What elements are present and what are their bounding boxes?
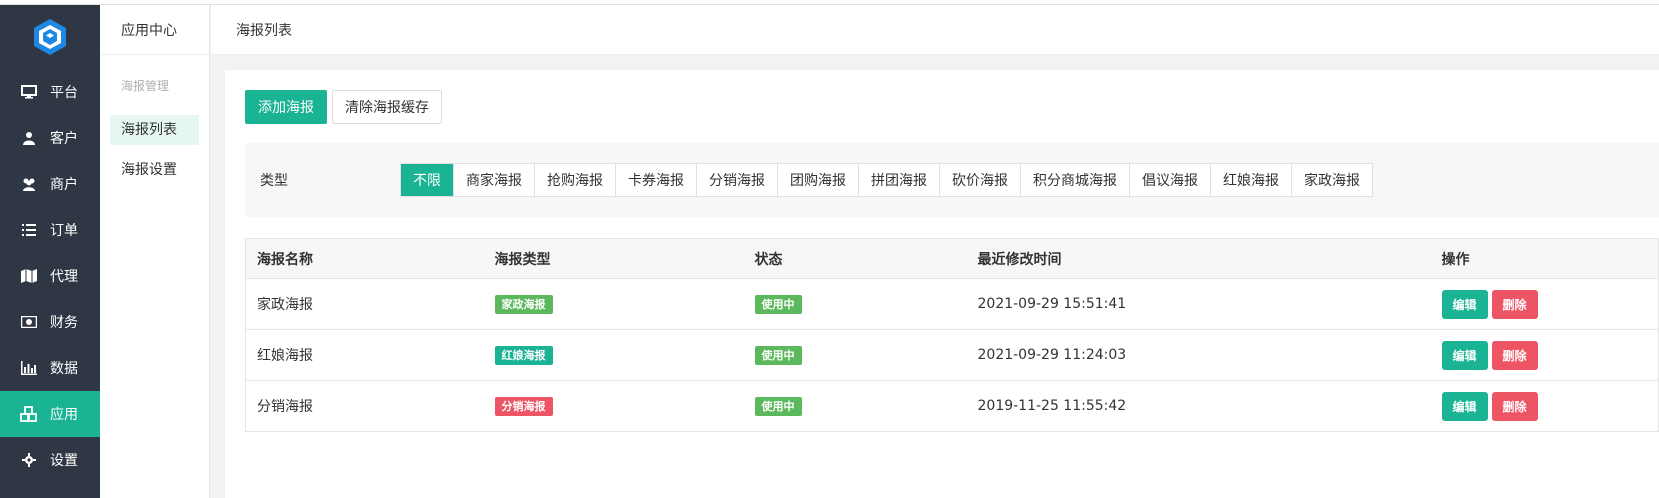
nav-item-label: 数据	[50, 361, 78, 377]
table-row: 分销海报 分销海报 使用中 2019-11-25 11:55:42 编辑 删除	[245, 380, 1659, 432]
action-bar: 添加海报 清除海报缓存	[245, 90, 442, 124]
filter-option[interactable]: 砍价海报	[940, 164, 1021, 196]
map-icon	[20, 267, 38, 285]
modified-time: 2021-09-29 15:51:41	[966, 278, 1431, 330]
nav-item-money[interactable]: 财务	[0, 299, 100, 345]
nav-item-user[interactable]: 客户	[0, 115, 100, 161]
type-filter: 类型 不限 商家海报 抢购海报 卡券海报 分销海报 团购海报 拼团海报 砍价海报 积分商城海报倡…	[245, 143, 1659, 217]
bar-chart-icon	[20, 359, 38, 377]
logo-icon	[34, 19, 66, 55]
money-icon	[20, 313, 38, 331]
modified-time: 2019-11-25 11:55:42	[966, 380, 1431, 432]
edit-button[interactable]: 编辑	[1441, 289, 1488, 319]
filter-option[interactable]: 家政海报	[1292, 164, 1372, 196]
table-row: 红娘海报 红娘海报 使用中 2021-09-29 11:24:03 编辑 删除	[245, 329, 1659, 381]
table-row: 家政海报 家政海报 使用中 2021-09-29 15:51:41 编辑 删除	[245, 278, 1659, 330]
status-badge: 使用中	[754, 294, 802, 314]
nav-item-map[interactable]: 代理	[0, 253, 100, 299]
user-icon	[20, 129, 38, 147]
status-cell: 使用中	[743, 278, 967, 330]
table-header-row: 海报名称 海报类型 状态 最近修改时间 操作	[245, 238, 1659, 279]
nav-item-cubes[interactable]: 应用	[0, 391, 100, 437]
monitor-icon	[20, 83, 38, 101]
poster-name: 红娘海报	[245, 329, 484, 381]
poster-type-cell: 家政海报	[483, 278, 744, 330]
filter-option[interactable]: 团购海报	[778, 164, 859, 196]
filter-option[interactable]: 不限	[401, 164, 454, 196]
modified-time: 2021-09-29 11:24:03	[966, 329, 1431, 381]
poster-type-cell: 红娘海报	[483, 329, 744, 381]
nav-item-label: 设置	[50, 453, 78, 469]
subnav-item-poster-settings[interactable]: 海报设置	[110, 155, 199, 185]
row-actions: 编辑 删除	[1441, 289, 1659, 319]
delete-button[interactable]: 删除	[1491, 289, 1538, 319]
main-nav: 平台客户商户订单代理财务数据应用设置	[0, 5, 100, 498]
col-header-time: 最近修改时间	[966, 238, 1431, 279]
poster-table: 海报名称 海报类型 状态 最近修改时间 操作 家政海报 家政海报 使用中 2021-0…	[245, 238, 1659, 432]
type-badge: 家政海报	[494, 294, 553, 314]
subnav-item-poster-list[interactable]: 海报列表	[110, 115, 199, 145]
nav-item-label: 财务	[50, 315, 78, 331]
type-badge: 红娘海报	[494, 345, 553, 365]
cubes-icon	[20, 405, 38, 423]
gear-icon	[20, 451, 38, 469]
filter-label: 类型	[260, 173, 288, 189]
ops-cell: 编辑 删除	[1430, 380, 1659, 432]
ops-cell: 编辑 删除	[1430, 329, 1659, 381]
ops-cell: 编辑 删除	[1430, 278, 1659, 330]
poster-name: 家政海报	[245, 278, 484, 330]
sub-nav: 应用中心 海报管理 海报列表 海报设置	[100, 5, 210, 498]
filter-option[interactable]: 倡议海报	[1130, 164, 1211, 196]
poster-name: 分销海报	[245, 380, 484, 432]
app-logo[interactable]	[0, 5, 100, 69]
status-badge: 使用中	[754, 396, 802, 416]
status-cell: 使用中	[743, 380, 967, 432]
top-bar: 海报列表	[211, 5, 1659, 55]
page-title: 海报列表	[236, 22, 292, 39]
top-edge	[0, 0, 1659, 5]
type-badge: 分销海报	[494, 396, 553, 416]
filter-option[interactable]: 积分商城海报	[1021, 164, 1130, 196]
nav-item-label: 平台	[50, 85, 78, 101]
subnav-group-label: 海报管理	[121, 79, 170, 93]
status-badge: 使用中	[754, 345, 802, 365]
col-header-ops: 操作	[1430, 238, 1659, 279]
status-cell: 使用中	[743, 329, 967, 381]
nav-item-bar-chart[interactable]: 数据	[0, 345, 100, 391]
filter-option[interactable]: 抢购海报	[535, 164, 616, 196]
filter-option[interactable]: 卡券海报	[616, 164, 697, 196]
filter-option[interactable]: 分销海报	[697, 164, 778, 196]
clear-cache-button[interactable]: 清除海报缓存	[332, 90, 442, 124]
nav-item-users[interactable]: 商户	[0, 161, 100, 207]
col-header-type: 海报类型	[483, 238, 744, 279]
subnav-head: 应用中心	[100, 5, 209, 55]
edit-button[interactable]: 编辑	[1441, 391, 1488, 421]
content-panel: 添加海报 清除海报缓存 类型 不限 商家海报 抢购海报 卡券海报 分销海报 团购海报 拼团海…	[225, 70, 1659, 498]
row-actions: 编辑 删除	[1441, 340, 1659, 370]
type-segmented-control: 不限 商家海报 抢购海报 卡券海报 分销海报 团购海报 拼团海报 砍价海报 积分商城海报 倡议海报…	[400, 163, 1373, 197]
nav-item-label: 客户	[50, 131, 78, 147]
filter-option[interactable]: 红娘海报	[1211, 164, 1292, 196]
users-icon	[20, 175, 38, 193]
add-poster-button[interactable]: 添加海报	[245, 90, 327, 124]
delete-button[interactable]: 删除	[1491, 340, 1538, 370]
nav-item-label: 商户	[50, 177, 78, 193]
nav-item-label: 订单	[50, 223, 78, 239]
col-header-status: 状态	[743, 238, 967, 279]
filter-option[interactable]: 商家海报	[454, 164, 535, 196]
list-icon	[20, 221, 38, 239]
nav-item-list[interactable]: 订单	[0, 207, 100, 253]
nav-item-gear[interactable]: 设置	[0, 437, 100, 483]
filter-option[interactable]: 拼团海报	[859, 164, 940, 196]
nav-item-monitor[interactable]: 平台	[0, 69, 100, 115]
delete-button[interactable]: 删除	[1491, 391, 1538, 421]
nav-item-label: 代理	[50, 269, 78, 285]
row-actions: 编辑 删除	[1441, 391, 1659, 421]
edit-button[interactable]: 编辑	[1441, 340, 1488, 370]
poster-type-cell: 分销海报	[483, 380, 744, 432]
nav-item-label: 应用	[50, 407, 78, 423]
col-header-name: 海报名称	[245, 238, 484, 279]
